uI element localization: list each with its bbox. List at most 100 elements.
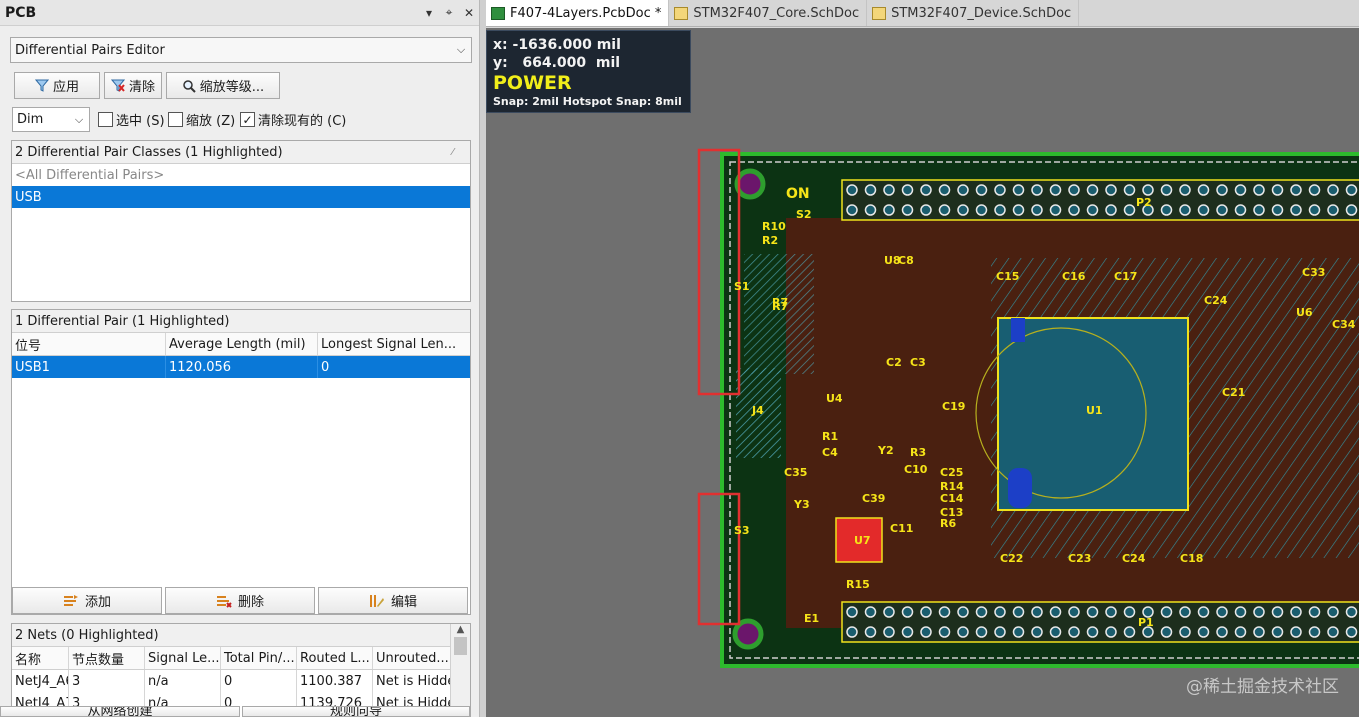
header-pin <box>1123 606 1136 618</box>
switch-pads <box>744 254 814 374</box>
designator-label: C14 <box>940 492 964 505</box>
chevron-down-icon: ⌵ <box>456 43 466 56</box>
designator-label: C35 <box>784 466 807 479</box>
checkbox-box[interactable] <box>168 112 183 127</box>
header-pin <box>1031 626 1043 638</box>
table-cell: USB1 <box>12 356 166 378</box>
pcb-board-view[interactable]: ONS2R10R2S1R7U8J4U4R1C4 Y2 R3C10C35Y3 C39C1… <box>486 28 1359 717</box>
create-from-nets-button[interactable]: 从网络创建 <box>0 706 240 717</box>
designator-label: J4 <box>751 404 764 417</box>
header-pin <box>1308 204 1321 216</box>
header-pin <box>1105 626 1117 638</box>
header-pin <box>1012 606 1025 618</box>
header-pin <box>1271 626 1284 638</box>
delete-button[interactable]: 删除 <box>165 587 315 614</box>
tab-pcbdoc[interactable]: F407-4Layers.PcbDoc * <box>486 0 670 26</box>
table-row[interactable]: NetJ4_A6 3 n/a 0 1100.387 Net is Hidden <box>12 670 450 692</box>
header-pin <box>957 626 969 638</box>
header-pin <box>1271 204 1284 216</box>
clear-button[interactable]: 清除 <box>104 72 162 99</box>
designator-label: S2 <box>796 208 812 221</box>
header-pin <box>1049 626 1062 638</box>
header-pin <box>1290 184 1302 196</box>
apply-button[interactable]: 应用 <box>14 72 100 99</box>
nets-title: 2 Nets (0 Highlighted) <box>15 627 159 643</box>
tab-core-schdoc[interactable]: STM32F407_Core.SchDoc <box>669 0 868 26</box>
add-button[interactable]: 添加 <box>12 587 162 614</box>
header-pin <box>1253 606 1265 618</box>
table-cell: 0 <box>221 670 297 692</box>
designator-label: C23 <box>1068 552 1091 565</box>
header-pin <box>1197 184 1210 196</box>
header-pin <box>1012 626 1025 638</box>
designator-label: R1 <box>822 430 838 443</box>
column-header[interactable]: Unrouted... <box>373 647 450 669</box>
column-header[interactable]: Longest Signal Len... <box>318 333 470 355</box>
nets-scrollbar[interactable]: ▲ ▼ <box>450 624 470 717</box>
header-pin <box>1234 184 1247 196</box>
coordinate-hud: x: -1636.000 mil y: 664.000 mil POWER Sn… <box>486 30 691 113</box>
column-header[interactable]: Total Pin/... <box>221 647 297 669</box>
column-header[interactable]: 节点数量 <box>69 647 145 669</box>
tab-label: STM32F407_Device.SchDoc <box>891 5 1072 21</box>
header-pin <box>1345 626 1358 638</box>
list-item[interactable]: USB <box>12 186 470 208</box>
designator-label: C25 <box>940 466 963 479</box>
header-pin <box>1327 184 1339 196</box>
header-pin <box>1049 204 1062 216</box>
designator-label: C4 <box>822 446 838 459</box>
header-pin <box>1105 204 1117 216</box>
header-pin <box>1216 606 1228 618</box>
zoom-checkbox[interactable]: 缩放 (Z) <box>168 110 235 129</box>
list-item[interactable]: <All Differential Pairs> <box>12 164 470 186</box>
header-pin <box>994 626 1006 638</box>
header-pin <box>1308 626 1321 638</box>
designator-label: C8 <box>898 254 914 267</box>
header-pin <box>1068 184 1080 196</box>
rule-wizard-button[interactable]: 规则向导 <box>242 706 470 717</box>
column-header[interactable]: Average Length (mil) <box>166 333 318 355</box>
header-pin <box>1179 606 1191 618</box>
apply-label: 应用 <box>52 80 79 95</box>
designator-label: C33 <box>1302 266 1325 279</box>
checkbox-box-checked[interactable]: ✓ <box>240 112 255 127</box>
document-tabs: F407-4Layers.PcbDoc * STM32F407_Core.Sch… <box>486 0 1359 27</box>
column-header[interactable]: Routed L... <box>297 647 373 669</box>
pcb-canvas[interactable]: ON S2 R10 R2 S1 R7 U8 J4 U4 R1 C4 Y2 R3 C10 C35 Y3 C39 C1… <box>486 28 1359 717</box>
column-header[interactable]: Signal Le... <box>145 647 221 669</box>
editor-mode-dropdown[interactable]: Differential Pairs Editor ⌵ <box>10 37 472 63</box>
designator-label: P2 <box>1136 196 1152 209</box>
header-pin <box>1049 606 1062 618</box>
header-pin <box>1086 184 1099 196</box>
highlight-mode-dropdown[interactable]: Dim ⌵ <box>12 107 90 132</box>
column-header[interactable]: 名称 <box>12 647 69 669</box>
header-pin <box>1179 204 1191 216</box>
edit-button[interactable]: 编辑 <box>318 587 468 614</box>
close-icon[interactable]: ✕ <box>459 6 479 20</box>
tab-device-schdoc[interactable]: STM32F407_Device.SchDoc <box>867 0 1080 26</box>
pairs-header: 1 Differential Pair (1 Highlighted) <box>12 310 470 333</box>
header-pin <box>994 184 1006 196</box>
panel-menu-icon[interactable]: ▾ <box>419 6 439 20</box>
header-pin <box>1179 184 1191 196</box>
column-header[interactable]: 位号 <box>12 333 166 355</box>
designator-label: R2 <box>762 234 778 247</box>
scroll-thumb[interactable] <box>454 637 467 655</box>
zoom-level-button[interactable]: 缩放等级... <box>166 72 280 99</box>
header-pin <box>957 184 969 196</box>
select-checkbox[interactable]: 选中 (S) <box>98 110 165 129</box>
checkbox-box[interactable] <box>98 112 113 127</box>
clear-existing-checkbox[interactable]: ✓ 清除现有的 (C) <box>240 110 346 129</box>
pin-icon[interactable]: ⌖ <box>439 5 459 20</box>
watermark: @稀土掘金技术社区 <box>1186 677 1339 697</box>
nets-table: 2 Nets (0 Highlighted) 名称 节点数量 Signal Le… <box>11 623 471 717</box>
designator-label: S3 <box>734 524 750 537</box>
current-layer: POWER <box>493 72 572 94</box>
nets-header: 2 Nets (0 Highlighted) <box>12 624 470 647</box>
scroll-up-icon[interactable]: ▲ <box>451 624 470 635</box>
designator-label: R6 <box>940 517 956 530</box>
header-pin <box>864 204 877 216</box>
header-pin <box>1327 606 1339 618</box>
table-row[interactable]: USB1 1120.056 0 <box>12 356 470 378</box>
select-checkbox-label: 选中 (S) <box>116 114 165 129</box>
